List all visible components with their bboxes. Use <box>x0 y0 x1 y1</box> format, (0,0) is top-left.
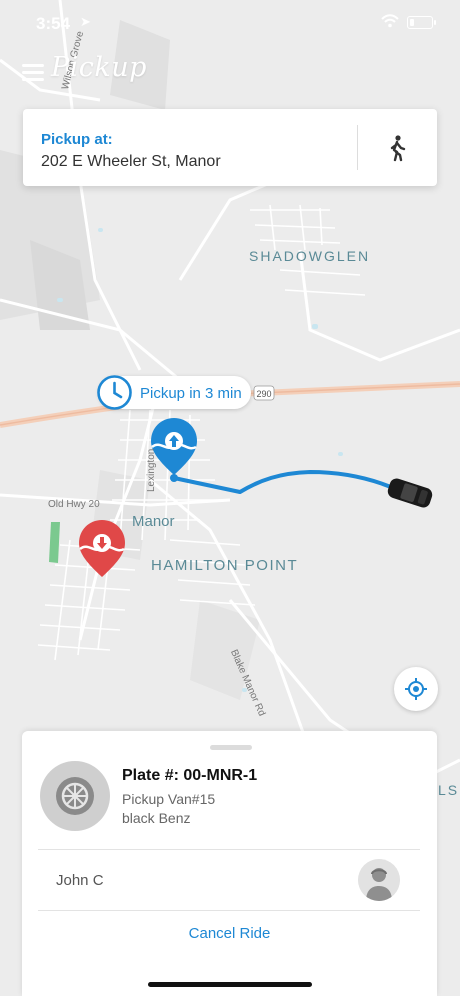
driver-name: John C <box>56 872 104 889</box>
pickup-location-card[interactable]: Pickup at: 202 E Wheeler St, Manor <box>23 109 437 186</box>
location-arrow-icon: ➤ <box>80 14 91 29</box>
eta-text: Pickup in 3 min <box>140 385 242 402</box>
walking-icon[interactable] <box>384 134 410 162</box>
vehicle-description: black Benz <box>122 810 191 826</box>
clock-icon <box>97 375 132 415</box>
map-label-town: Manor <box>132 513 175 530</box>
vehicle-name: Pickup Van#15 <box>122 791 216 807</box>
eta-bubble: Pickup in 3 min <box>97 375 251 410</box>
card-divider <box>357 125 358 170</box>
plate-number: Plate #: 00-MNR-1 <box>122 767 258 784</box>
tire-icon <box>41 762 109 830</box>
my-location-button[interactable] <box>394 667 438 711</box>
battery-icon <box>407 16 436 29</box>
map-label-hamilton-point: HAMILTON POINT <box>151 557 299 574</box>
wifi-icon <box>381 14 399 33</box>
app-title: Pickup <box>51 52 147 83</box>
ride-info-sheet: Plate #: 00-MNR-1 Pickup Van#15 black Be… <box>22 731 437 996</box>
divider <box>38 849 420 850</box>
pickup-address[interactable]: 202 E Wheeler St, Manor <box>41 153 221 171</box>
status-bar: 3:54 ➤ <box>0 0 460 44</box>
cancel-ride-button[interactable]: Cancel Ride <box>22 925 437 942</box>
map-label-edge: LS <box>438 782 460 798</box>
divider <box>38 910 420 911</box>
status-time: 3:54 <box>36 14 71 33</box>
home-indicator[interactable] <box>148 982 312 987</box>
road-label-lexington: Lexington <box>146 448 157 492</box>
map-label-shadowglen: SHADOWGLEN <box>249 248 371 264</box>
driver-avatar-icon[interactable] <box>358 859 400 901</box>
highway-290-shield: 290 <box>256 389 271 399</box>
sheet-drag-handle[interactable] <box>210 745 252 750</box>
pickup-label: Pickup at: <box>41 131 113 148</box>
crosshair-icon <box>405 678 427 700</box>
road-label-old-hwy-20: Old Hwy 20 <box>48 499 100 510</box>
menu-icon[interactable] <box>22 64 44 82</box>
vehicle-avatar <box>40 761 110 831</box>
